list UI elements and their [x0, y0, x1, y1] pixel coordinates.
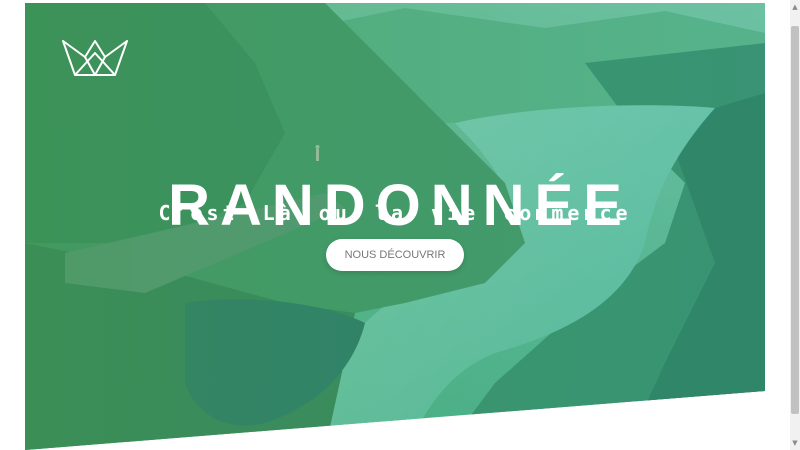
- scroll-down-arrow-icon[interactable]: ▼: [790, 436, 800, 450]
- scrollbar-thumb[interactable]: [791, 26, 799, 414]
- hero-section: RANDONNÉE C'est Là ou la vie commence NO…: [25, 3, 765, 450]
- discover-button[interactable]: NOUS DÉCOUVRIR: [326, 239, 464, 271]
- page-viewport: RANDONNÉE C'est Là ou la vie commence NO…: [25, 3, 790, 450]
- hero-subtitle: C'est Là ou la vie commence: [158, 201, 632, 225]
- crown-icon[interactable]: [61, 39, 129, 77]
- scroll-up-arrow-icon[interactable]: ▲: [790, 0, 800, 14]
- vertical-scrollbar[interactable]: ▲ ▼: [790, 0, 800, 450]
